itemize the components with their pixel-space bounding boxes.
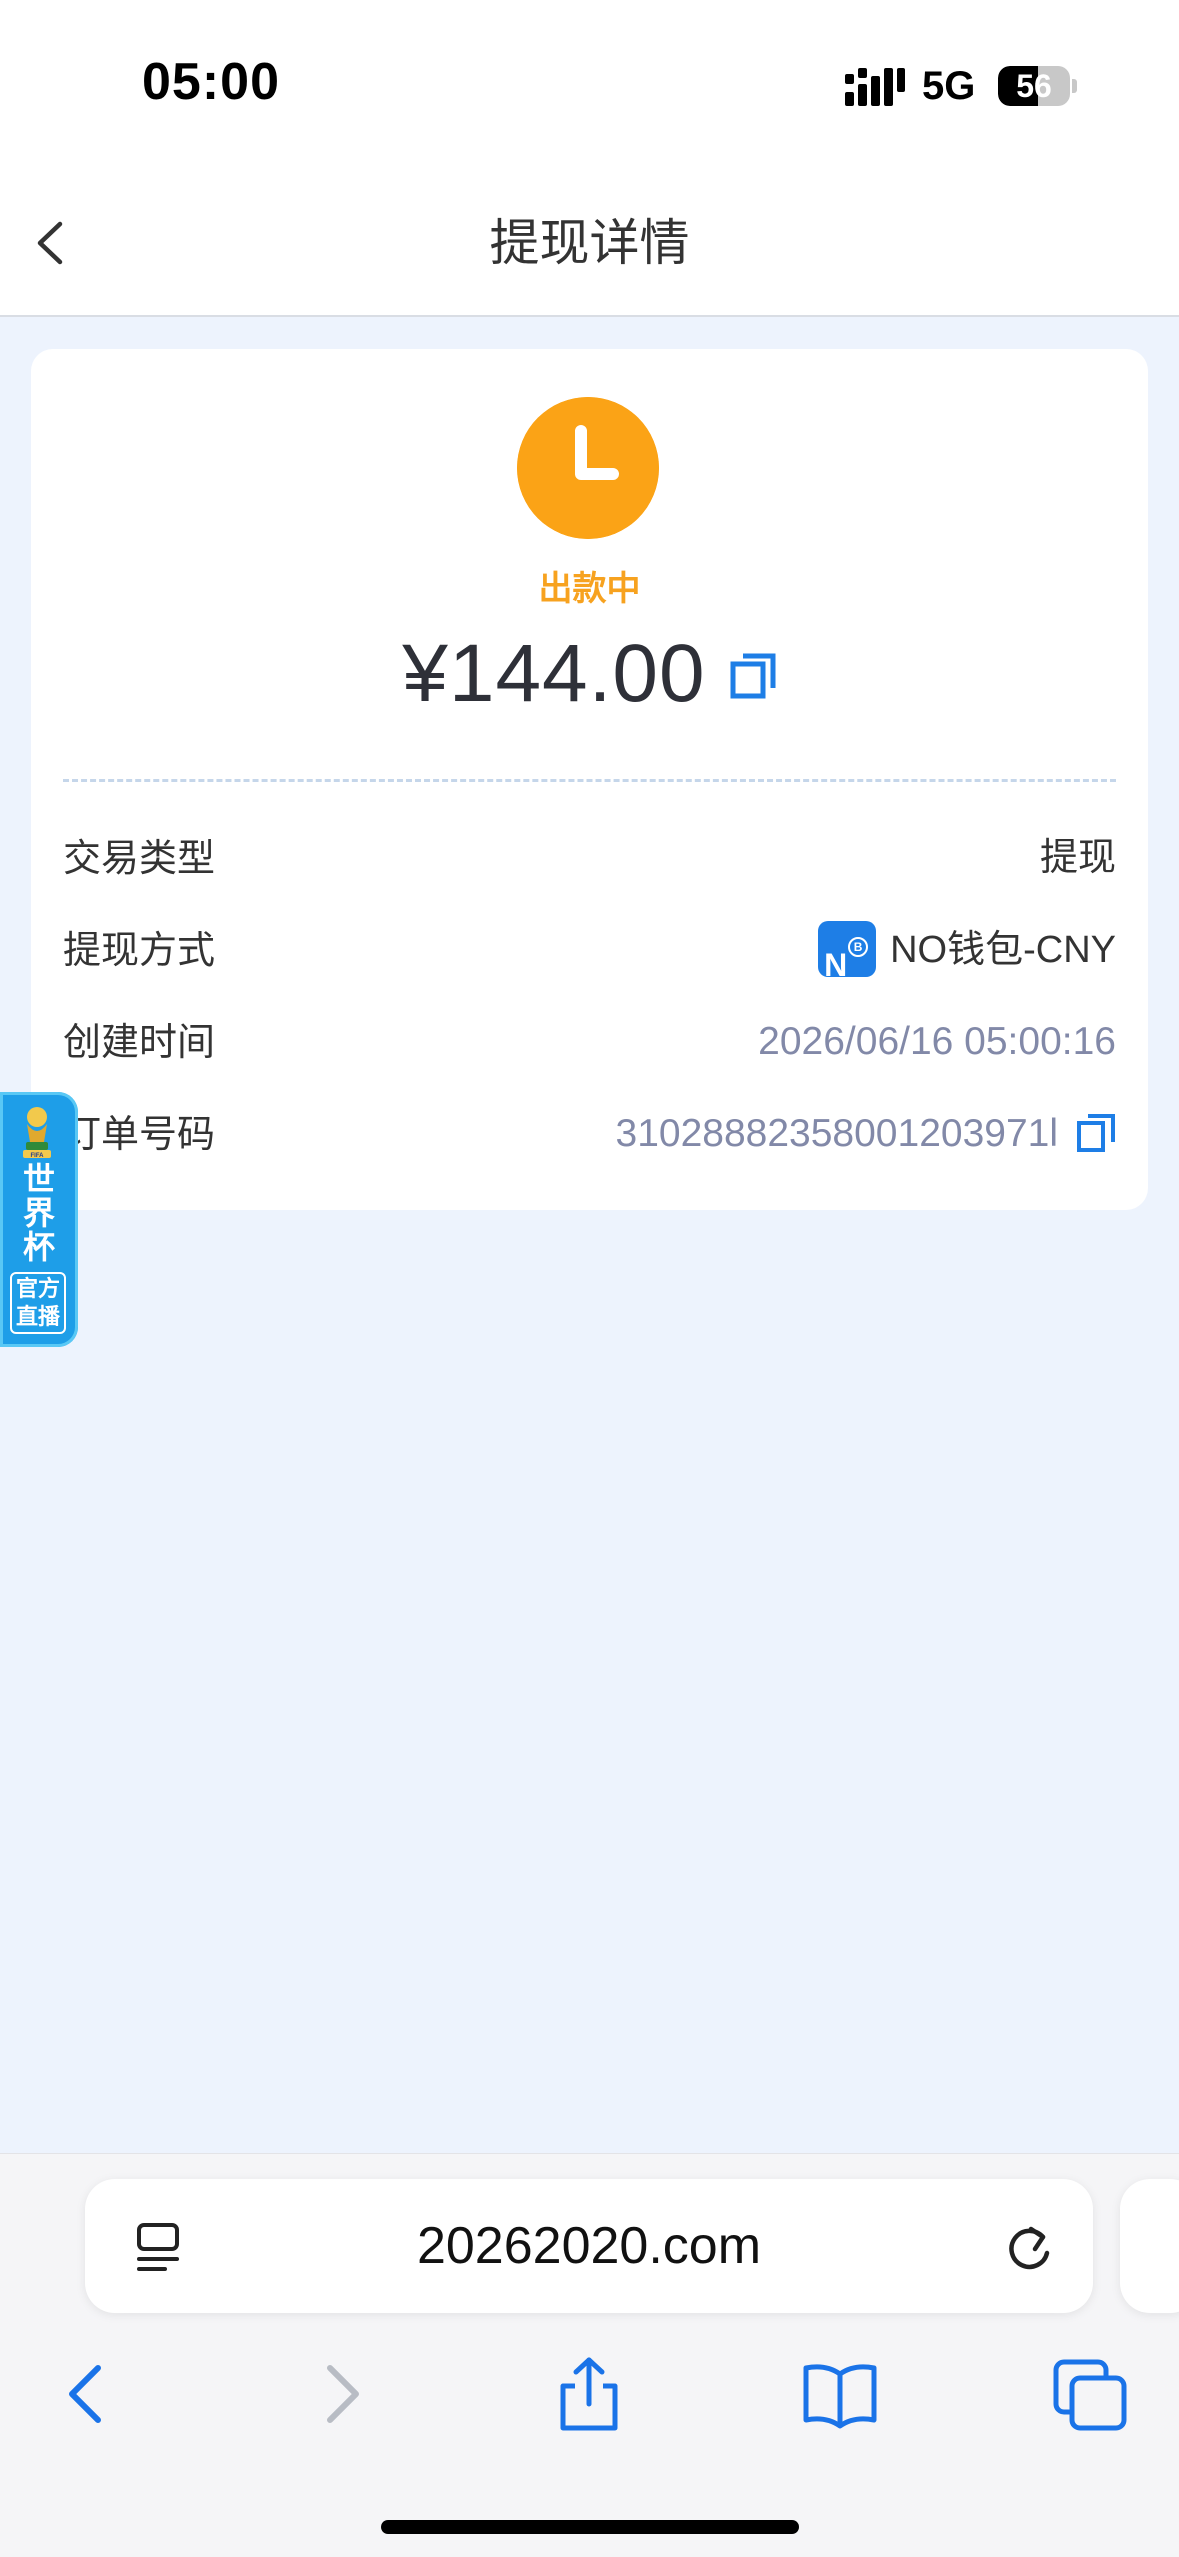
svg-text:FIFA: FIFA [31, 1153, 45, 1159]
cellular-signal-icon [845, 68, 905, 106]
row-withdraw-method: 提现方式 N B NO钱包-CNY [63, 915, 1116, 985]
copy-icon[interactable] [729, 652, 777, 702]
row-transaction-type: 交易类型 提现 [63, 823, 1116, 893]
bookmarks-icon[interactable] [800, 2354, 880, 2434]
amount-row: ¥144.00 [31, 627, 1148, 737]
row-label: 订单号码 [63, 1112, 216, 1156]
url-text: 20262020.com [416, 2217, 762, 2275]
next-tab-preview[interactable] [1120, 2179, 1179, 2313]
dashed-divider [63, 779, 1116, 782]
amount-value: ¥144.00 [402, 628, 706, 719]
withdraw-detail-card: 出款中 ¥144.00 交易类型 提现 提现方式 N B NO钱包-CNY 创建… [31, 349, 1148, 1210]
browser-back-icon[interactable] [48, 2354, 128, 2434]
nav-bar: 提现详情 [0, 170, 1179, 317]
row-label: 提现方式 [63, 928, 216, 972]
status-time: 05:00 [142, 53, 280, 111]
reload-icon[interactable] [1003, 2219, 1055, 2275]
row-value: 提现 [1039, 837, 1116, 879]
no-wallet-logo-icon: N B [818, 920, 877, 983]
battery-level: 56 [1016, 68, 1052, 104]
promo-subtitle: 官方 直播 [10, 1272, 66, 1334]
row-value: 2026/06/16 05:00:16 [758, 1020, 1116, 1063]
trophy-icon: FIFA [23, 1107, 51, 1159]
row-order-number: 订单号码 31028882358001203971l [63, 1099, 1116, 1169]
row-value-wrap: N B NO钱包-CNY [818, 915, 1116, 985]
world-cup-live-tab[interactable]: FIFA 世 界 杯 官方 直播 [0, 1092, 78, 1347]
address-bar[interactable]: 20262020.com [85, 2179, 1093, 2313]
row-value: NO钱包-CNY [890, 929, 1116, 971]
clock-icon [517, 397, 659, 539]
row-label: 交易类型 [63, 836, 216, 880]
row-created-time: 创建时间 2026/06/16 05:00:16 [63, 1007, 1116, 1077]
status-bar: 05:00 5G 56 [0, 0, 1179, 170]
tabs-icon[interactable] [1050, 2354, 1130, 2434]
row-value: 31028882358001203971l [615, 1112, 1058, 1155]
home-indicator [381, 2520, 799, 2534]
row-value-wrap: 31028882358001203971l [616, 1099, 1116, 1169]
status-label: 出款中 [538, 569, 641, 609]
page-title: 提现详情 [489, 214, 690, 272]
row-label: 创建时间 [63, 1020, 216, 1064]
battery-icon: 56 [998, 66, 1077, 106]
browser-toolbar: 20262020.com [0, 2153, 1179, 2557]
network-type: 5G [922, 64, 976, 108]
share-icon[interactable] [549, 2354, 629, 2434]
copy-order-icon[interactable] [1076, 1113, 1116, 1153]
browser-forward-icon[interactable] [300, 2354, 380, 2434]
promo-title: 世 界 杯 [22, 1160, 55, 1266]
